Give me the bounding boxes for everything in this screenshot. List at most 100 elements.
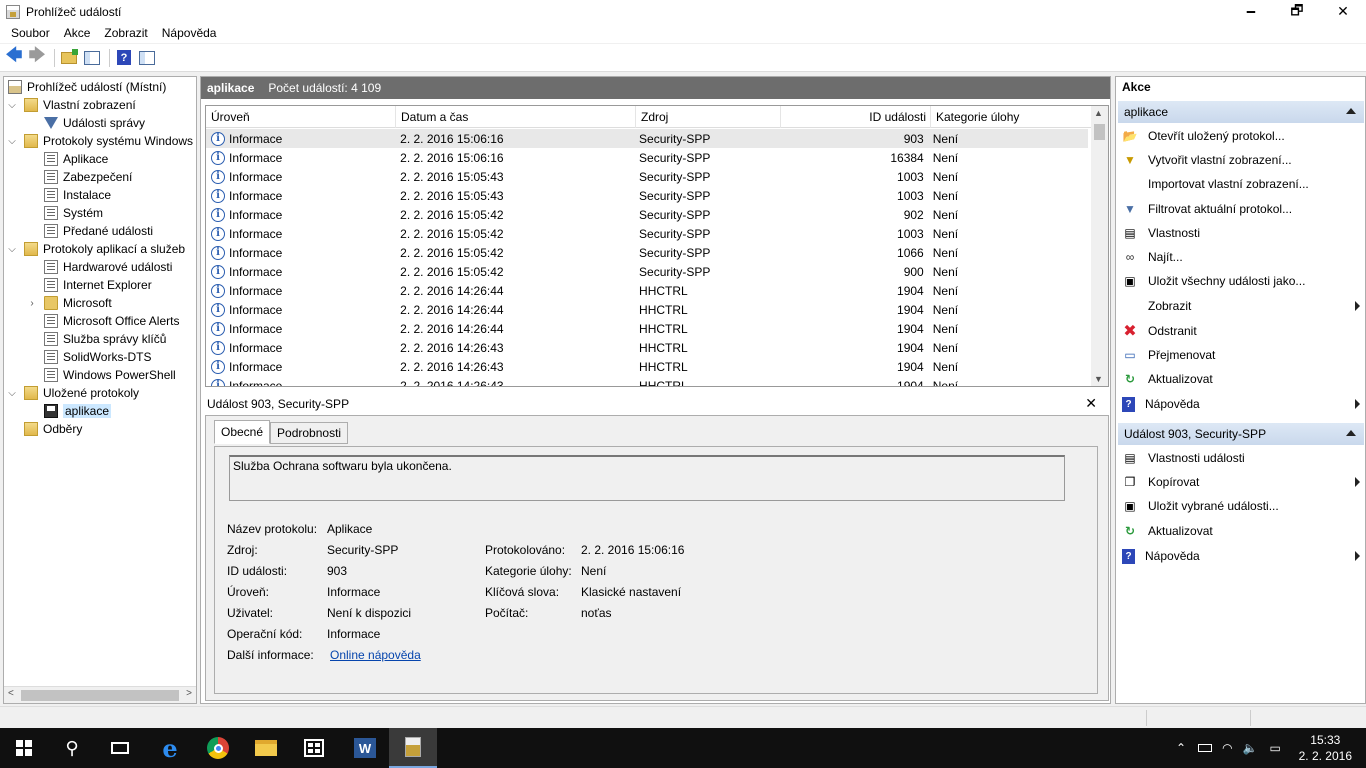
action-find[interactable]: ∞ Najít... (1122, 246, 1362, 268)
tree-item-forwarded[interactable]: Předané události (44, 222, 153, 240)
tab-details[interactable]: Podrobnosti (270, 422, 349, 444)
table-row[interactable]: i Informace 2. 2. 2016 15:05:42 Security-SP… (206, 205, 1088, 224)
grid-vertical-scrollbar[interactable]: ▲ ▼ (1091, 106, 1108, 386)
action-refresh-event[interactable]: ↻ Aktualizovat (1122, 520, 1362, 542)
tree-item-key-management[interactable]: Služba správy klíčů (44, 330, 166, 348)
scroll-thumb[interactable] (1094, 124, 1105, 140)
help-button[interactable]: ? (114, 48, 134, 68)
action-copy[interactable]: ❐ Kopírovat (1122, 471, 1362, 493)
show-hide-tree-button[interactable] (82, 48, 102, 68)
table-row[interactable]: i Informace 2. 2. 2016 15:05:42 Security-SP… (206, 243, 1088, 262)
tree-subscriptions[interactable]: Odběry (24, 420, 82, 438)
action-help[interactable]: ? Nápověda (1122, 393, 1362, 415)
table-row[interactable]: i Informace 2. 2. 2016 15:05:42 Security-SP… (206, 262, 1088, 281)
tree-root[interactable]: Prohlížeč událostí (Místní) (8, 78, 166, 96)
action-filter-log[interactable]: ▼ Filtrovat aktuální protokol... (1122, 198, 1362, 220)
table-row[interactable]: i Informace 2. 2. 2016 15:06:16 Security-SP… (206, 129, 1088, 148)
close-button[interactable]: ✕ (1320, 0, 1366, 23)
tree-item-saved-aplikace[interactable]: aplikace (44, 402, 112, 420)
column-event-id[interactable]: ID události (781, 106, 931, 128)
column-source[interactable]: Zdroj (636, 106, 781, 128)
action-rename[interactable]: ▭ Přejmenovat (1122, 344, 1362, 366)
taskbar-clock[interactable]: 15:33 2. 2. 2016 (1299, 732, 1352, 764)
show-hidden-icons[interactable]: ⌃ (1176, 741, 1186, 755)
expand-chevron-icon[interactable]: ⌵ (6, 136, 18, 147)
menu-file[interactable]: Soubor (4, 26, 57, 40)
tree-item-hardware[interactable]: Hardwarové události (44, 258, 172, 276)
task-view-button[interactable] (96, 728, 144, 768)
up-folder-button[interactable] (59, 48, 79, 68)
action-save-selected-events[interactable]: ▣ Uložit vybrané události... (1122, 495, 1362, 517)
actions-section-log[interactable]: aplikace (1118, 101, 1364, 123)
column-level[interactable]: Úroveň (206, 106, 396, 128)
collapse-caret-icon[interactable] (1346, 108, 1356, 114)
search-button[interactable]: ⚲ (48, 728, 96, 768)
action-help-event[interactable]: ? Nápověda (1122, 545, 1362, 567)
action-event-properties[interactable]: ▤ Vlastnosti události (1122, 447, 1362, 469)
online-help-link[interactable]: Online nápověda (330, 648, 421, 662)
tab-general[interactable]: Obecné (214, 420, 271, 444)
minimize-button[interactable]: 🗕 (1228, 0, 1274, 23)
table-row[interactable]: i Informace 2. 2. 2016 14:26:44 HHCTRL 1904 N… (206, 300, 1088, 319)
taskbar-chrome[interactable] (194, 728, 242, 768)
tree-custom-views[interactable]: ⌵ Vlastní zobrazení (6, 96, 136, 114)
taskbar-file-explorer[interactable] (242, 728, 290, 768)
tree-item-powershell[interactable]: Windows PowerShell (44, 366, 176, 384)
tree-horizontal-scrollbar[interactable]: < > (4, 686, 196, 703)
scroll-left-icon[interactable]: < (8, 688, 14, 699)
tree-item-application[interactable]: Aplikace (44, 150, 108, 168)
column-date[interactable]: Datum a čas (396, 106, 636, 128)
tree-saved-logs[interactable]: ⌵ Uložené protokoly (6, 384, 139, 402)
expand-chevron-icon[interactable]: ⌵ (6, 388, 18, 399)
table-row[interactable]: i Informace 2. 2. 2016 15:05:43 Security-SP… (206, 186, 1088, 205)
action-refresh[interactable]: ↻ Aktualizovat (1122, 368, 1362, 390)
taskbar-edge[interactable]: e (146, 728, 194, 768)
table-row[interactable]: i Informace 2. 2. 2016 14:26:44 HHCTRL 1904 N… (206, 281, 1088, 300)
start-button[interactable] (0, 728, 48, 768)
expand-chevron-icon[interactable]: ⌵ (6, 244, 18, 255)
tree-admin-events[interactable]: Události správy (44, 114, 145, 132)
collapsed-chevron-icon[interactable]: › (26, 298, 38, 309)
show-hide-action-pane-button[interactable] (137, 48, 157, 68)
tree-item-ie[interactable]: Internet Explorer (44, 276, 152, 294)
menu-help[interactable]: Nápověda (155, 26, 224, 40)
menu-action[interactable]: Akce (57, 26, 98, 40)
back-button[interactable]: 🡄 (4, 47, 24, 68)
notifications-icon[interactable]: ▭ (1270, 741, 1281, 755)
table-row[interactable]: i Informace 2. 2. 2016 15:05:43 Security-SP… (206, 167, 1088, 186)
maximize-button[interactable]: 🗗 (1274, 0, 1320, 23)
tree-item-setup[interactable]: Instalace (44, 186, 111, 204)
actions-section-event[interactable]: Událost 903, Security-SPP (1118, 423, 1364, 445)
tree-item-solidworks[interactable]: SolidWorks-DTS (44, 348, 151, 366)
scroll-down-icon[interactable]: ▼ (1094, 374, 1103, 384)
collapse-caret-icon[interactable] (1346, 430, 1356, 436)
action-view[interactable]: Zobrazit (1122, 295, 1362, 317)
expand-chevron-icon[interactable]: ⌵ (6, 100, 18, 111)
action-open-saved-log[interactable]: 📂 Otevřít uložený protokol... (1122, 125, 1362, 147)
table-row[interactable]: i Informace 2. 2. 2016 14:26:44 HHCTRL 1904 N… (206, 319, 1088, 338)
wifi-icon[interactable]: ◠ (1222, 741, 1232, 755)
scroll-right-icon[interactable]: > (186, 688, 192, 699)
volume-icon[interactable]: 🔈 (1243, 741, 1258, 755)
action-properties[interactable]: ▤ Vlastnosti (1122, 222, 1362, 244)
action-delete[interactable]: ✖ Odstranit (1122, 320, 1362, 342)
menu-view[interactable]: Zobrazit (97, 26, 154, 40)
table-row[interactable]: i Informace 2. 2. 2016 14:26:43 HHCTRL 1904 N… (206, 357, 1088, 376)
table-row[interactable]: i Informace 2. 2. 2016 15:06:16 Security-SP… (206, 148, 1088, 167)
tree-item-security[interactable]: Zabezpečení (44, 168, 132, 186)
table-row[interactable]: i Informace 2. 2. 2016 14:26:43 HHCTRL 1904 N… (206, 338, 1088, 357)
tree-windows-logs[interactable]: ⌵ Protokoly systému Windows (6, 132, 193, 150)
action-create-custom-view[interactable]: ▼ Vytvořit vlastní zobrazení... (1122, 149, 1362, 171)
tree-app-logs[interactable]: ⌵ Protokoly aplikací a služeb (6, 240, 185, 258)
tree-item-microsoft[interactable]: › Microsoft (26, 294, 112, 312)
event-description[interactable]: Služba Ochrana softwaru byla ukončena. (229, 455, 1065, 501)
action-save-all-events[interactable]: ▣ Uložit všechny události jako... (1122, 270, 1362, 292)
close-detail-icon[interactable]: ✕ (1085, 395, 1097, 412)
table-row[interactable]: i Informace 2. 2. 2016 15:05:42 Security-SP… (206, 224, 1088, 243)
taskbar-store[interactable] (290, 728, 338, 768)
taskbar-event-viewer[interactable] (389, 728, 437, 768)
tree-item-office-alerts[interactable]: Microsoft Office Alerts (44, 312, 179, 330)
action-import-custom-view[interactable]: Importovat vlastní zobrazení... (1122, 173, 1362, 195)
forward-button[interactable]: 🡆 (27, 47, 47, 68)
taskbar-word[interactable]: W (341, 728, 389, 768)
